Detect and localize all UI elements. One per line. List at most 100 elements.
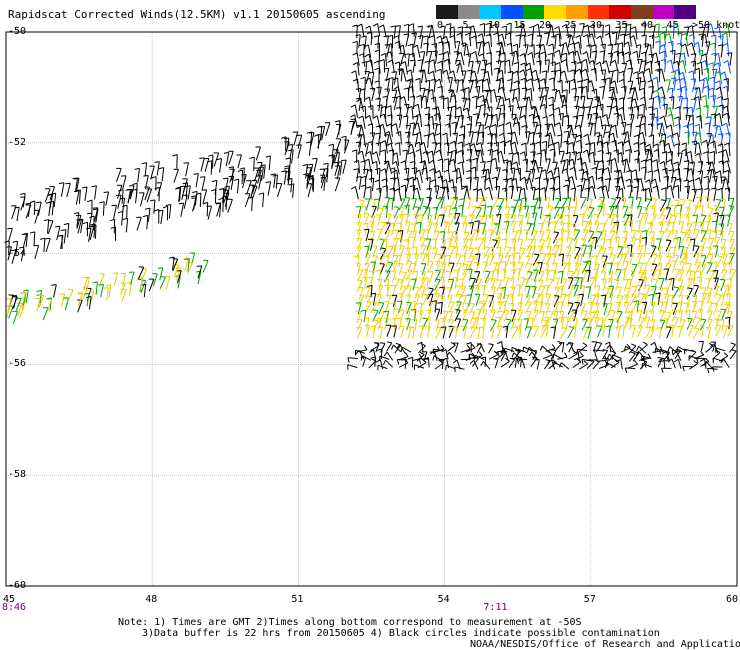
wind-barb (609, 342, 612, 353)
wind-barb (373, 293, 377, 306)
wind-barb-flag (675, 52, 681, 55)
wind-barb (202, 260, 209, 273)
wind-barb-flag (527, 51, 533, 56)
wind-barb-flag (565, 151, 571, 155)
wind-barb-flag (357, 318, 363, 321)
wind-barb-flag (533, 325, 539, 328)
wind-barb-flag (449, 26, 455, 30)
wind-barb (561, 113, 564, 127)
wind-barb-flag (406, 230, 412, 232)
wind-barb-flag (383, 351, 388, 357)
wind-barb-flag (500, 300, 506, 303)
wind-barb-flag (480, 284, 486, 287)
wind-barb-flag (445, 287, 451, 289)
wind-barb-flag (676, 325, 682, 328)
wind-barb-flag (710, 95, 716, 97)
wind-barb (505, 207, 511, 219)
wind-barb (433, 35, 436, 49)
wind-barb-flag (504, 294, 510, 296)
wind-barb-flag (126, 281, 132, 284)
wind-barb-flag (547, 170, 552, 174)
wind-barb-flag (481, 229, 487, 232)
wind-barb (511, 105, 514, 119)
wind-barb (544, 51, 547, 66)
wind-barb-flag (542, 116, 548, 119)
wind-barb (656, 185, 660, 199)
wind-barb-flag (625, 178, 631, 182)
wind-barb (454, 342, 459, 353)
wind-barb-flag (457, 26, 463, 29)
wind-barb-flag (686, 199, 693, 201)
wind-barb-flag (526, 301, 532, 303)
wind-barb-flag (530, 151, 536, 153)
wind-barb-flag (659, 50, 665, 54)
wind-barb-flag (706, 246, 712, 249)
wind-barb (519, 238, 524, 251)
wind-barb-flag (355, 229, 361, 231)
wind-barb-flag (724, 142, 729, 146)
wind-barb-flag (453, 79, 459, 82)
wind-barb (553, 353, 563, 360)
wind-barb-flag (639, 96, 645, 100)
wind-barb (573, 188, 576, 202)
wind-barb (531, 317, 534, 330)
wind-barb-flag (600, 294, 606, 297)
wind-barb (651, 198, 658, 211)
wind-barb-flag (58, 182, 65, 184)
wind-barb (433, 59, 436, 73)
wind-barb-flag (576, 139, 581, 143)
wind-barb (489, 229, 494, 242)
wind-barb (692, 278, 696, 291)
wind-barb (173, 169, 179, 183)
wind-barb-flag (701, 95, 707, 99)
wind-barb-flag (613, 43, 619, 46)
wind-barb (413, 254, 420, 267)
wind-barb-flag (687, 317, 693, 320)
wind-barb-flag (363, 143, 369, 145)
wind-barb-flag (694, 152, 700, 157)
wind-barb (508, 60, 512, 74)
wind-barb-flag (633, 149, 640, 153)
wind-barb-flag (380, 221, 386, 224)
wind-barb (364, 213, 370, 225)
wind-barb (51, 201, 55, 216)
wind-barb-flag (702, 139, 708, 144)
wind-barb-flag (680, 85, 686, 89)
wind-barb (413, 301, 416, 314)
wind-barb (692, 328, 700, 340)
wind-barb-flag (460, 42, 466, 45)
wind-barb (183, 194, 188, 209)
wind-barb-flag (459, 198, 465, 201)
wind-barb-flag (20, 192, 26, 195)
wind-barb-flag (667, 294, 674, 297)
wind-barb-flag (666, 311, 672, 314)
wind-barb-flag (359, 43, 365, 47)
wind-barb-flag (668, 277, 675, 280)
wind-barb-flag (640, 166, 647, 169)
wind-barb-flag (572, 317, 578, 319)
wind-barb (659, 200, 667, 212)
wind-barb-flag (697, 161, 703, 163)
wind-barb-flag (588, 24, 594, 28)
wind-barb-flag (641, 230, 648, 233)
wind-barb-flag (626, 311, 632, 314)
wind-barb-flag (409, 151, 414, 155)
wind-barb-flag (604, 24, 610, 27)
wind-map[interactable] (0, 0, 740, 650)
wind-barb-flag (508, 302, 514, 305)
wind-barb-flag (619, 324, 625, 327)
wind-barb-flag (593, 160, 599, 163)
wind-barb (398, 198, 406, 211)
wind-barb (533, 199, 539, 211)
wind-barb-flag (435, 132, 441, 136)
wind-barb-flag (555, 215, 561, 217)
wind-barb (672, 177, 677, 191)
wind-barb-flag (365, 254, 371, 256)
wind-barb (289, 157, 291, 172)
wind-barb-flag (476, 206, 482, 209)
wind-barb-flag (169, 256, 175, 259)
wind-barb-flag (548, 43, 554, 47)
wind-barb (491, 240, 498, 252)
wind-barb-flag (491, 176, 497, 180)
wind-barb-flag (633, 134, 639, 138)
